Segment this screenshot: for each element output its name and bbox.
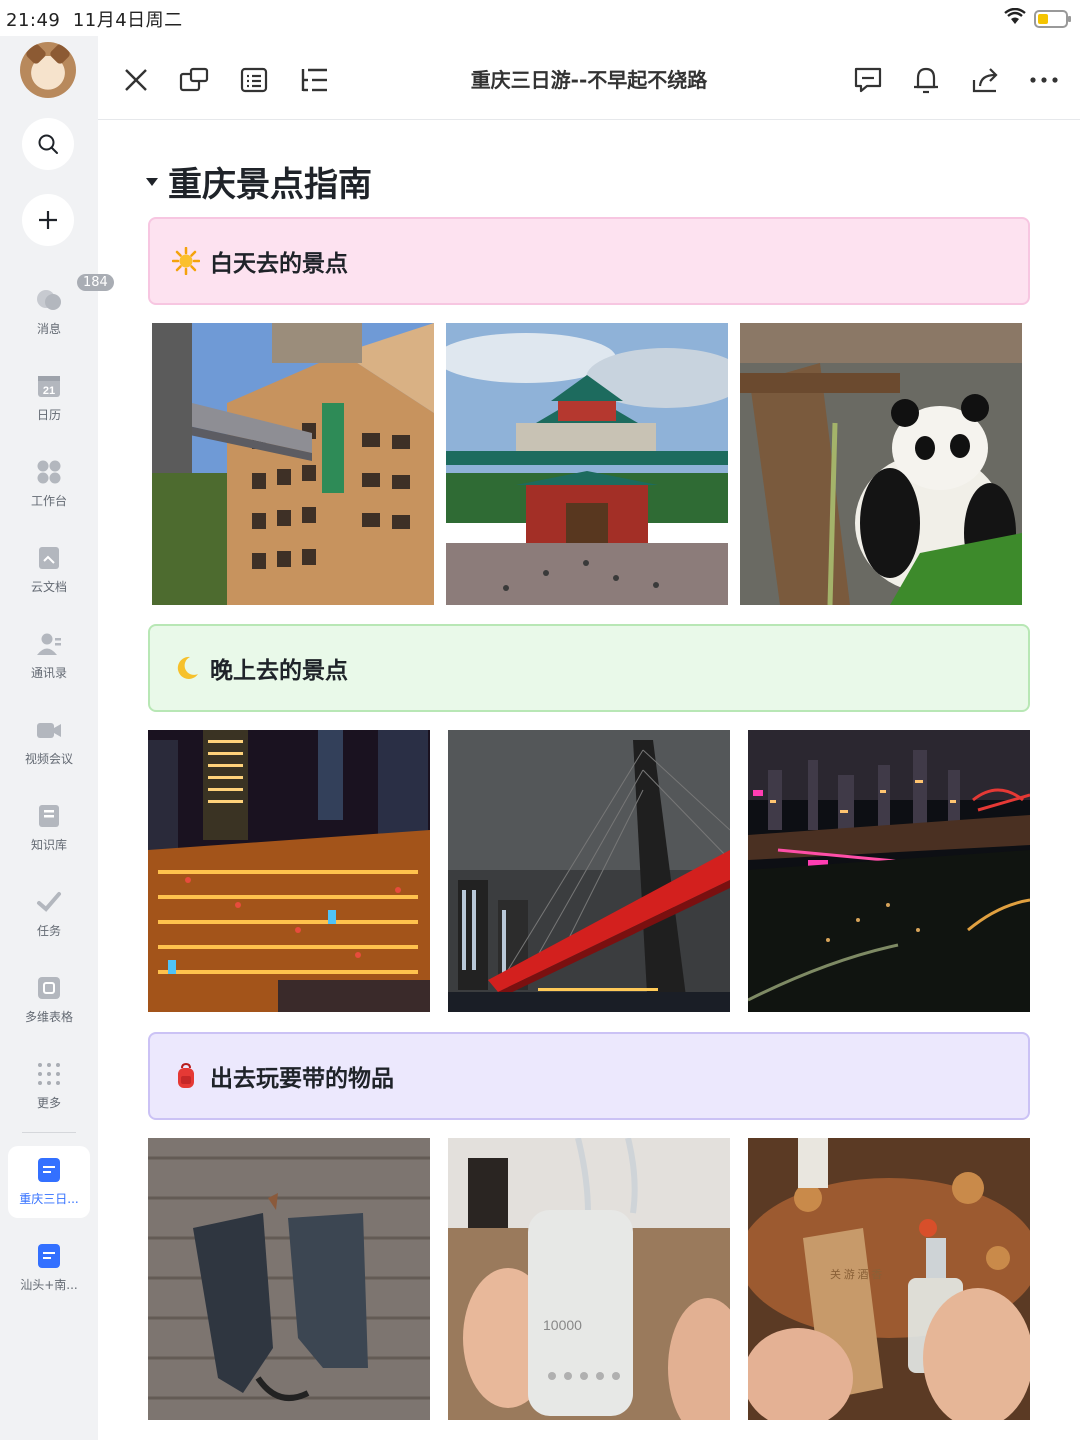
sidebar-item-contacts[interactable]: 通讯录 xyxy=(0,630,98,681)
status-time: 21:49 11月4日周二 xyxy=(6,10,183,31)
chat-icon: 184 xyxy=(35,274,114,314)
sidebar-item-video-meeting[interactable]: 视频会议 xyxy=(0,716,98,767)
doc-title: 重庆三日游--不早起不绕路 xyxy=(470,68,708,92)
outline-button[interactable] xyxy=(298,64,330,96)
svg-text:10000: 10000 xyxy=(543,1317,582,1333)
sidebar-divider xyxy=(22,1132,76,1133)
crescent-moon-icon xyxy=(172,654,200,682)
open-doc-label: 汕头+南... xyxy=(20,1278,78,1292)
city-skyline-night-photo[interactable] xyxy=(748,730,1030,1012)
video-camera-icon xyxy=(35,716,63,744)
sidebar-item-wiki[interactable]: 知识库 xyxy=(0,802,98,853)
sidebar-item-label: 视频会议 xyxy=(24,752,73,766)
open-doc-shantou[interactable]: 汕头+南... xyxy=(8,1232,90,1304)
table-icon xyxy=(35,974,63,1002)
close-icon xyxy=(125,69,147,91)
callout-packing-list[interactable]: 出去玩要带的物品 xyxy=(148,1032,1030,1120)
callout-nighttime[interactable]: 晚上去的景点 xyxy=(148,624,1030,712)
callout-label: 晚上去的景点 xyxy=(210,658,348,684)
more-icon xyxy=(1030,77,1058,83)
sidebar-item-label: 多维表格 xyxy=(24,1010,73,1024)
doc-icon xyxy=(38,1244,60,1268)
sidebar-item-tasks[interactable]: 任务 xyxy=(0,888,98,939)
sidebar-item-label: 日历 xyxy=(36,408,61,422)
bridge-night-photo[interactable] xyxy=(448,730,730,1012)
share-icon xyxy=(972,68,998,93)
comments-button[interactable] xyxy=(852,64,884,96)
more-button[interactable] xyxy=(1028,64,1060,96)
battery-icon xyxy=(1034,10,1071,28)
new-window-button[interactable] xyxy=(178,64,210,96)
notifications-button[interactable] xyxy=(910,64,942,96)
sidebar-item-label: 更多 xyxy=(36,1096,61,1110)
wifi-icon xyxy=(1004,7,1026,30)
search-button[interactable] xyxy=(22,118,74,170)
calendar-icon: 21 xyxy=(35,372,63,400)
contacts-icon xyxy=(35,630,63,658)
perfume-photo[interactable]: 关 游 酒 香 xyxy=(748,1138,1030,1420)
create-button[interactable] xyxy=(22,194,74,246)
collapse-toggle-icon[interactable] xyxy=(146,177,158,186)
comment-icon xyxy=(854,67,882,93)
sidebar-item-calendar[interactable]: 21 日历 xyxy=(0,372,98,423)
doc-body: 重庆景点指南 白天去的景点 晚上去的景点 出去玩要带的物品 10000 关 游 … xyxy=(98,121,1080,1440)
cloud-doc-icon xyxy=(35,544,63,572)
open-doc-chongqing[interactable]: 重庆三日... xyxy=(8,1146,90,1218)
sidebar: 184 消息 21 日历 工作台 云文档 通讯录 视频会议 知识库 任务 多维表… xyxy=(0,36,114,1440)
sidebar-item-label: 消息 xyxy=(36,322,61,336)
grid-icon xyxy=(35,458,63,486)
doc-toolbar: 重庆三日游--不早起不绕路 xyxy=(98,36,1080,120)
list-doc-icon xyxy=(240,67,268,93)
doc-info-button[interactable] xyxy=(238,64,270,96)
checkmark-icon xyxy=(35,888,63,916)
hongyadong-night-photo[interactable] xyxy=(148,730,430,1012)
umbrella-photo[interactable] xyxy=(148,1138,430,1420)
power-bank-photo[interactable]: 10000 xyxy=(448,1138,730,1420)
doc-icon xyxy=(38,1158,60,1182)
sidebar-item-label: 任务 xyxy=(36,924,61,938)
dots-grid-icon xyxy=(35,1060,63,1088)
share-button[interactable] xyxy=(970,64,1002,96)
plus-icon xyxy=(39,211,57,229)
building-monorail-photo[interactable] xyxy=(152,323,434,605)
sidebar-item-label: 工作台 xyxy=(30,494,67,508)
sidebar-item-base[interactable]: 多维表格 xyxy=(0,974,98,1025)
search-icon xyxy=(38,134,58,154)
sidebar-item-label: 云文档 xyxy=(30,580,67,594)
outline-icon xyxy=(301,68,327,92)
open-doc-label: 重庆三日... xyxy=(19,1192,79,1206)
sidebar-item-label: 通讯录 xyxy=(30,666,67,680)
new-window-icon xyxy=(179,67,209,92)
bell-icon xyxy=(914,67,938,94)
great-hall-photo[interactable] xyxy=(446,323,728,605)
backpack-icon xyxy=(172,1062,200,1090)
sidebar-item-more[interactable]: 更多 xyxy=(0,1060,98,1111)
status-bar: 21:49 11月4日周二 xyxy=(0,0,1080,36)
sidebar-item-cloud-docs[interactable]: 云文档 xyxy=(0,544,98,595)
svg-text:关 游 酒 香: 关 游 酒 香 xyxy=(830,1267,882,1281)
sun-icon xyxy=(171,246,201,276)
sidebar-item-label: 知识库 xyxy=(30,838,67,852)
callout-daytime[interactable]: 白天去的景点 xyxy=(148,217,1030,305)
sidebar-item-messages[interactable]: 184 消息 xyxy=(0,274,114,337)
sidebar-item-workplace[interactable]: 工作台 xyxy=(0,458,98,509)
knowledge-base-icon xyxy=(35,802,63,830)
section-heading[interactable]: 重庆景点指南 xyxy=(146,157,372,206)
callout-label: 出去玩要带的物品 xyxy=(210,1066,394,1092)
callout-label: 白天去的景点 xyxy=(210,251,348,277)
close-button[interactable] xyxy=(120,64,152,96)
avatar[interactable] xyxy=(20,42,76,98)
panda-photo[interactable] xyxy=(740,323,1022,605)
heading-text: 重庆景点指南 xyxy=(168,165,372,205)
svg-text:21: 21 xyxy=(43,385,55,397)
